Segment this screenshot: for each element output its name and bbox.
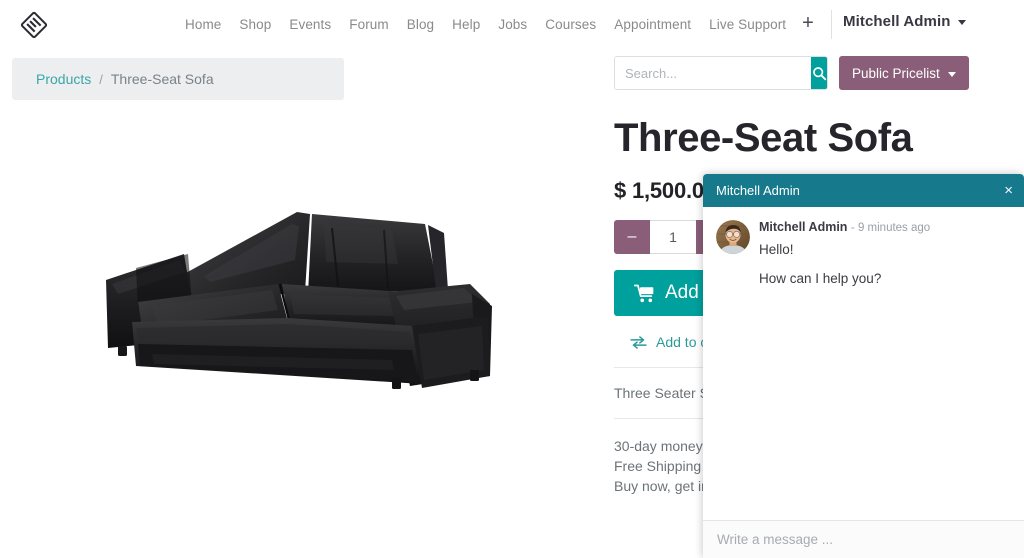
main-navigation: Home Shop Events Forum Blog Help Jobs Co… — [176, 0, 795, 50]
chat-author-line: Mitchell Admin - 9 minutes ago — [759, 220, 1011, 236]
product-image[interactable] — [12, 108, 592, 508]
chat-message-text-1: Hello! — [759, 241, 1011, 259]
nav-item-events[interactable]: Events — [280, 12, 340, 38]
pricelist-label: Public Pricelist — [852, 66, 940, 81]
chat-message-input[interactable] — [717, 532, 1010, 547]
top-navbar: Home Shop Events Forum Blog Help Jobs Co… — [0, 0, 1024, 50]
nav-item-blog[interactable]: Blog — [398, 12, 443, 38]
three-seat-sofa-illustration — [92, 198, 512, 418]
chevron-down-icon — [948, 72, 956, 77]
livechat-composer — [703, 520, 1024, 558]
breadcrumb: Products / Three-Seat Sofa — [12, 58, 344, 100]
search-and-pricelist-row: Public Pricelist — [614, 56, 1014, 90]
livechat-title: Mitchell Admin — [716, 183, 800, 198]
nav-item-appointment[interactable]: Appointment — [605, 12, 700, 38]
close-icon[interactable]: × — [1004, 183, 1013, 198]
nav-item-jobs[interactable]: Jobs — [489, 12, 536, 38]
user-menu-label: Mitchell Admin — [843, 13, 951, 30]
breadcrumb-item-products[interactable]: Products — [36, 71, 91, 87]
shopping-cart-icon — [634, 284, 655, 303]
livechat-header[interactable]: Mitchell Admin × — [703, 174, 1024, 207]
search-submit-button[interactable] — [811, 57, 827, 89]
breadcrumb-item-current: Three-Seat Sofa — [111, 71, 214, 87]
livechat-window: Mitchell Admin × — [703, 174, 1024, 558]
nav-item-help[interactable]: Help — [443, 12, 489, 38]
nav-item-shop[interactable]: Shop — [230, 12, 280, 38]
page-root: Home Shop Events Forum Blog Help Jobs Co… — [0, 0, 1024, 558]
nav-item-live-support[interactable]: Live Support — [700, 12, 795, 38]
chat-message-text-2: How can I help you? — [759, 270, 1011, 288]
product-search — [614, 56, 828, 90]
pricelist-dropdown-button[interactable]: Public Pricelist — [839, 56, 969, 90]
chat-author-name: Mitchell Admin — [759, 220, 847, 234]
brand-logo-link[interactable] — [20, 11, 48, 39]
livechat-messages: Mitchell Admin - 9 minutes ago Hello! Ho… — [703, 207, 1024, 520]
chat-message: Mitchell Admin - 9 minutes ago Hello! — [716, 219, 1011, 259]
odoo-diamond-logo-icon — [20, 11, 48, 39]
new-content-plus-icon[interactable]: + — [798, 14, 818, 34]
user-menu[interactable]: Mitchell Admin — [843, 13, 966, 30]
chevron-down-icon — [958, 20, 966, 25]
avatar — [716, 220, 750, 254]
quantity-decrease-button[interactable]: – — [614, 220, 650, 254]
quantity-input[interactable] — [650, 220, 696, 254]
product-title: Three-Seat Sofa — [614, 116, 1014, 160]
compare-arrows-icon — [630, 336, 647, 349]
search-icon — [812, 66, 827, 81]
chat-message-content: Mitchell Admin - 9 minutes ago Hello! — [759, 219, 1011, 259]
search-input[interactable] — [615, 57, 811, 89]
breadcrumb-separator: / — [99, 72, 103, 87]
nav-item-forum[interactable]: Forum — [340, 12, 398, 38]
chat-timestamp: - 9 minutes ago — [851, 222, 930, 234]
navbar-divider — [831, 10, 832, 39]
nav-item-home[interactable]: Home — [176, 12, 230, 38]
nav-item-courses[interactable]: Courses — [536, 12, 605, 38]
user-avatar-photo-icon — [716, 220, 750, 254]
